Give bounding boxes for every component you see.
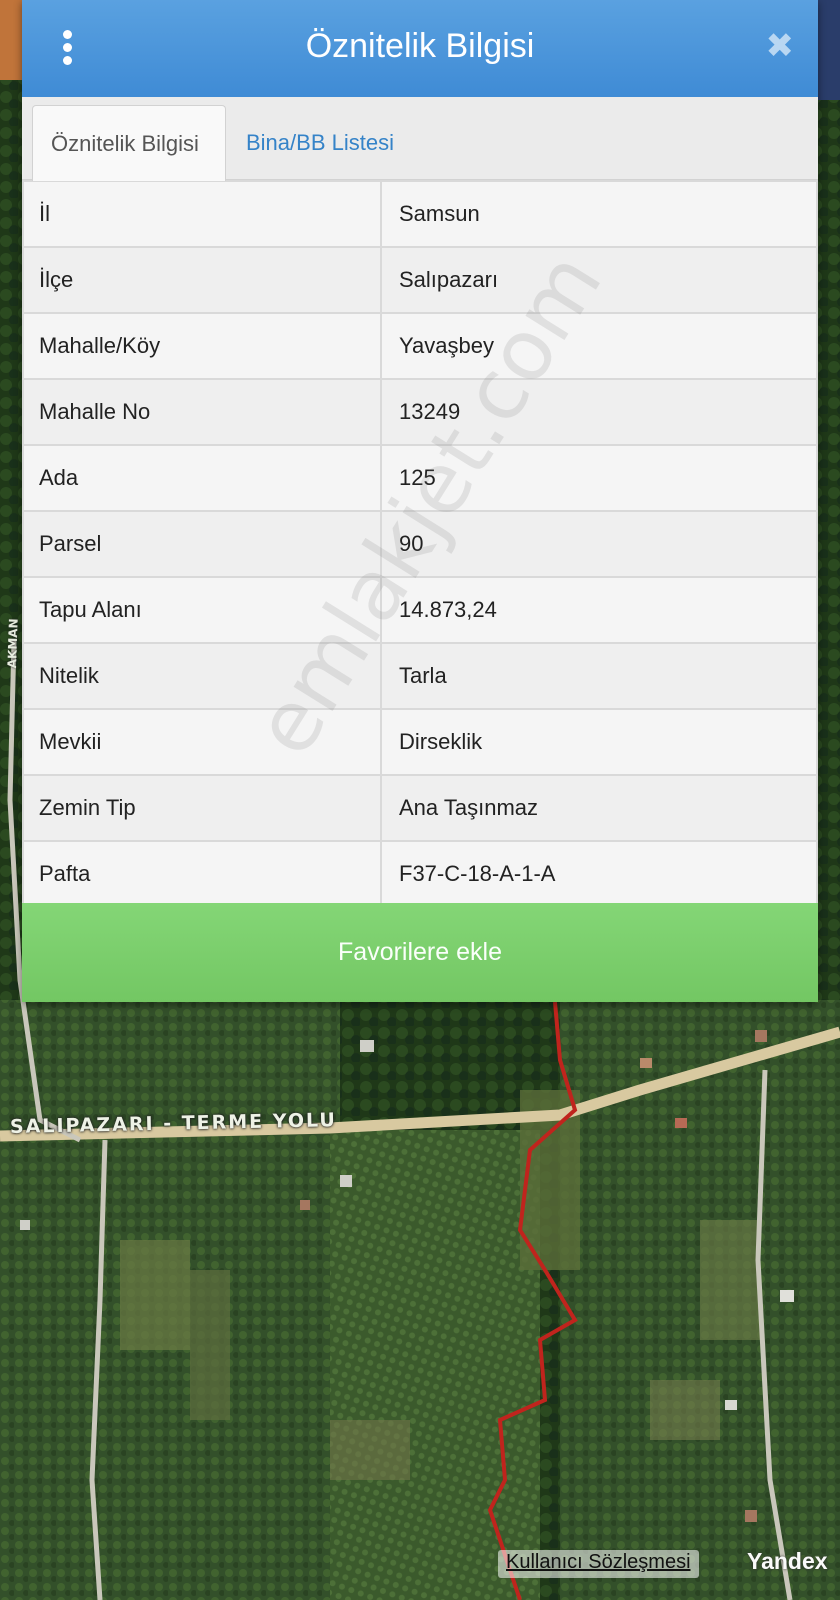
attribute-value: Dirseklik bbox=[380, 708, 818, 776]
table-row: Pafta F37-C-18-A-1-A bbox=[22, 840, 818, 908]
table-row: Mahalle/Köy Yavaşbey bbox=[22, 312, 818, 380]
attribute-value: Yavaşbey bbox=[380, 312, 818, 380]
table-row: Nitelik Tarla bbox=[22, 642, 818, 710]
table-row: Zemin Tip Ana Taşınmaz bbox=[22, 774, 818, 842]
attribute-key: Ada bbox=[22, 444, 382, 512]
dialog-title: Öznitelik Bilgisi bbox=[305, 27, 535, 65]
attribute-key: Tapu Alanı bbox=[22, 576, 382, 644]
attribute-key: Mahalle/Köy bbox=[22, 312, 382, 380]
attribute-value: Salıpazarı bbox=[380, 246, 818, 314]
attribute-key: Parsel bbox=[22, 510, 382, 578]
table-row: Mahalle No 13249 bbox=[22, 378, 818, 446]
table-row: İl Samsun bbox=[22, 180, 818, 248]
attribute-value: 14.873,24 bbox=[380, 576, 818, 644]
attribute-table: İl Samsun İlçe Salıpazarı Mahalle/Köy Yavaşbe… bbox=[22, 180, 818, 908]
map-provider-logo: Yandex bbox=[747, 1548, 828, 1574]
attribute-key: Mevkii bbox=[22, 708, 382, 776]
attribute-value: Ana Taşınmaz bbox=[380, 774, 818, 842]
attribute-value: 125 bbox=[380, 444, 818, 512]
table-row: İlçe Salıpazarı bbox=[22, 246, 818, 314]
attribute-info-dialog: Öznitelik Bilgisi ✖ Öznitelik Bilgisi Bi… bbox=[22, 0, 818, 1002]
tab-building-list[interactable]: Bina/BB Listesi bbox=[228, 105, 412, 181]
attribute-key: Nitelik bbox=[22, 642, 382, 710]
tab-attribute-info[interactable]: Öznitelik Bilgisi bbox=[32, 105, 226, 181]
table-row: Tapu Alanı 14.873,24 bbox=[22, 576, 818, 644]
attribute-value: Samsun bbox=[380, 180, 818, 248]
dialog-header: Öznitelik Bilgisi ✖ bbox=[22, 0, 818, 97]
attribute-key: İlçe bbox=[22, 246, 382, 314]
attribute-value: Tarla bbox=[380, 642, 818, 710]
table-row: Mevkii Dirseklik bbox=[22, 708, 818, 776]
attribute-value: 90 bbox=[380, 510, 818, 578]
attribute-key: İl bbox=[22, 180, 382, 248]
table-row: Ada 125 bbox=[22, 444, 818, 512]
attribute-key: Mahalle No bbox=[22, 378, 382, 446]
side-road-label: AKMAN bbox=[5, 618, 21, 669]
user-agreement-link[interactable]: Kullanıcı Sözleşmesi bbox=[498, 1550, 699, 1578]
attribute-value: F37-C-18-A-1-A bbox=[380, 840, 818, 908]
attribute-value: 13249 bbox=[380, 378, 818, 446]
close-icon[interactable]: ✖ bbox=[766, 29, 795, 63]
table-row: Parsel 90 bbox=[22, 510, 818, 578]
attribute-key: Pafta bbox=[22, 840, 382, 908]
tab-bar: Öznitelik Bilgisi Bina/BB Listesi bbox=[22, 97, 818, 181]
add-to-favorites-button[interactable]: Favorilere ekle bbox=[22, 903, 818, 1002]
attribute-key: Zemin Tip bbox=[22, 774, 382, 842]
